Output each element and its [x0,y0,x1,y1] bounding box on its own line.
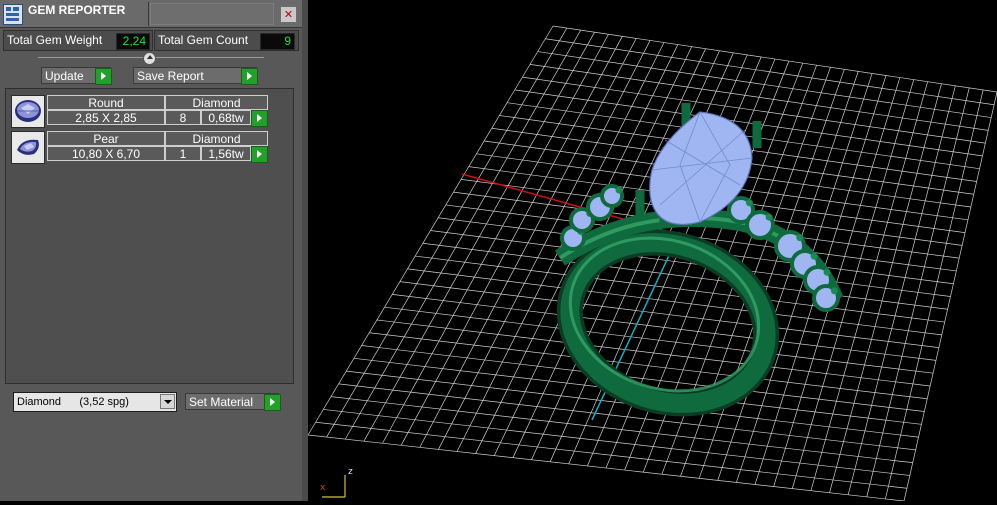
set-material-label: Set Material [189,395,254,409]
grid-line [307,434,905,502]
grid-line [323,409,910,476]
grid-line [866,87,970,497]
chevron-down-icon[interactable] [160,394,175,409]
grid-line [829,83,942,493]
grid-line [903,91,997,502]
save-report-label: Save Report [137,69,204,83]
grid-line [407,268,942,336]
window-title: GEM REPORTER [28,3,126,17]
gem-shape: Round [47,95,165,110]
pear-gem-icon [11,131,45,164]
prong [745,199,753,207]
axis-indicator-icon: z x [320,467,353,498]
gem-select-go-icon[interactable] [251,110,268,127]
prong [830,287,838,295]
grid-line [392,294,937,361]
grid-line [399,281,939,348]
grid-line [415,255,945,323]
gem-list: Round Diamond 2,85 X 2,85 8 0,68tw Pear … [5,88,294,384]
gem-size: 10,80 X 6,70 [47,146,165,161]
prong [765,213,773,221]
total-gem-count-value: 9 [260,33,295,50]
gem-reporter-panel: GEM REPORTER ✕ Total Gem Weight 2,24 Tot… [0,0,303,501]
gem-reporter-app-icon [3,4,23,25]
gem-row-round[interactable]: Round Diamond 2,85 X 2,85 8 0,68tw [10,95,272,128]
total-gem-count-label: Total Gem Count [158,33,249,47]
ground-grid [307,25,997,502]
gem-material: Diamond [165,131,268,146]
grid-line [315,421,907,489]
save-report-button[interactable]: Save Report [133,67,257,84]
prong [810,252,818,260]
grid-line [885,89,984,500]
material-select[interactable]: Diamond (3,52 spg) [13,392,177,412]
gem-shape: Pear [47,131,165,146]
gem-row-pear[interactable]: Pear Diamond 10,80 X 6,70 1 1,56tw [10,131,272,164]
viewport-scene: z x [307,25,997,502]
title-spacer [150,3,274,25]
grid-line [773,77,901,487]
slider-knob-icon[interactable] [143,52,156,65]
gem-count: 1 [165,146,201,161]
axis-z-label: z [348,467,353,477]
gem-size: 2,85 X 2,85 [47,110,165,125]
gem-select-go-icon[interactable] [251,146,268,163]
material-select-value: Diamond (3,52 spg) [17,396,129,408]
grid-line [330,396,913,464]
gem-weight: 1,56tw [201,146,251,161]
prong [615,186,623,194]
grid-line [376,319,931,387]
total-gem-weight-value: 2,24 [116,33,150,50]
round-gem-icon [11,95,45,128]
axis-x-label: x [320,483,326,493]
prong [796,234,804,242]
save-report-go-icon[interactable] [241,68,258,85]
3d-viewport[interactable]: z x [307,0,997,502]
update-go-icon[interactable] [95,68,112,85]
gem-weight: 0,68tw [201,110,251,125]
title-bar[interactable]: GEM REPORTER ✕ [0,0,302,28]
total-gem-weight-label: Total Gem Weight [7,33,103,47]
grid-line [384,306,934,374]
grid-line [847,85,956,495]
gem-count: 8 [165,110,201,125]
set-material-go-icon[interactable] [264,394,281,411]
update-label: Update [45,69,84,83]
prong [823,268,831,276]
close-icon[interactable]: ✕ [280,6,297,23]
gem-material: Diamond [165,95,268,110]
